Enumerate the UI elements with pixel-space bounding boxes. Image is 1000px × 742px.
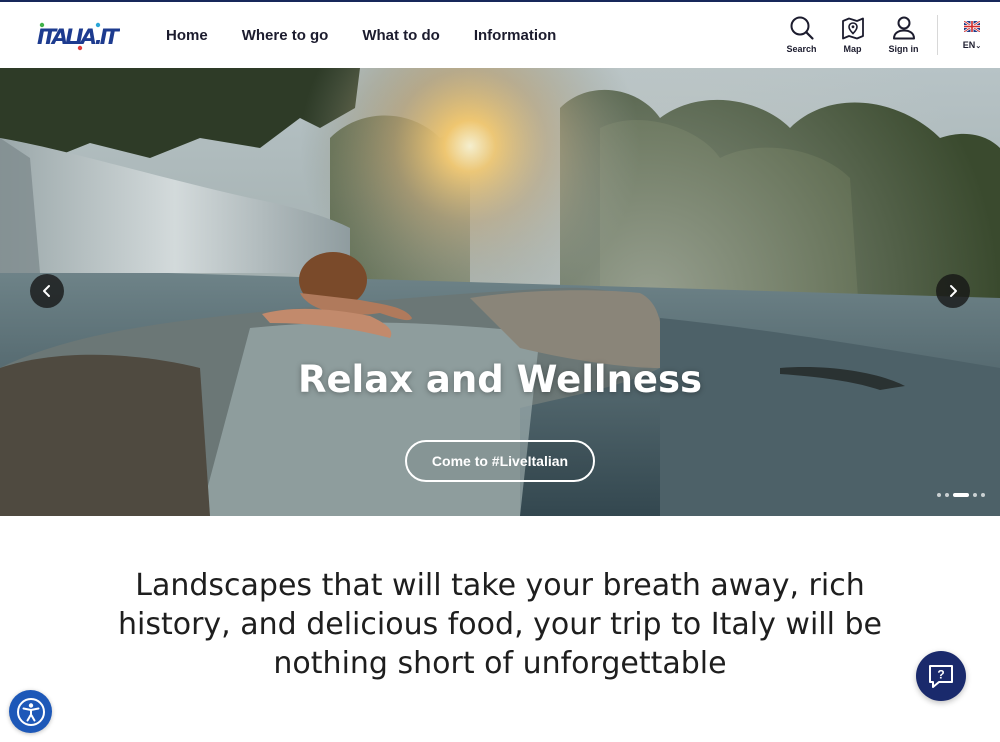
svg-text:?: ? — [937, 668, 944, 682]
hero-title: Relax and Wellness — [297, 358, 703, 401]
header-divider — [937, 15, 938, 55]
hero-carousel: Relax and Wellness Come to #LiveItalian — [0, 68, 1000, 516]
hero-cta-button[interactable]: Come to #LiveItalian — [405, 440, 595, 482]
carousel-dot[interactable] — [937, 493, 941, 497]
nav-where-to-go[interactable]: Where to go — [242, 27, 329, 44]
chevron-down-icon: ⌄ — [975, 43, 982, 50]
accessibility-button[interactable] — [9, 690, 52, 733]
chat-help-button[interactable]: ? — [916, 651, 966, 701]
carousel-dot-active[interactable] — [953, 493, 969, 497]
italia-logo[interactable]: ITALIA.IT — [36, 18, 120, 52]
language-selector[interactable]: EN⌄ — [944, 2, 1000, 68]
chevron-right-icon — [950, 285, 957, 297]
carousel-dot[interactable] — [945, 493, 949, 497]
italia-logo-mark: ITALIA.IT — [37, 22, 120, 51]
signin-button[interactable]: Sign in — [878, 2, 929, 68]
nav-home[interactable]: Home — [166, 27, 208, 44]
carousel-prev-button[interactable] — [30, 274, 64, 308]
signin-label: Sign in — [888, 44, 919, 54]
map-button[interactable]: Map — [827, 2, 878, 68]
nav-what-to-do[interactable]: What to do — [362, 27, 439, 44]
carousel-next-button[interactable] — [936, 274, 970, 308]
carousel-dots — [937, 493, 985, 497]
carousel-dot[interactable] — [981, 493, 985, 497]
site-header: ITALIA.IT Home Where to go What to do In… — [0, 0, 1000, 68]
chat-help-icon: ? — [929, 665, 953, 688]
map-label: Map — [843, 44, 862, 54]
user-icon — [892, 16, 915, 40]
accessibility-icon — [16, 697, 45, 726]
chevron-left-icon — [43, 285, 50, 297]
nav-information[interactable]: Information — [474, 27, 557, 44]
map-pin-icon — [841, 17, 864, 40]
search-button[interactable]: Search — [776, 2, 827, 68]
language-label: EN⌄ — [962, 40, 982, 50]
search-label: Search — [786, 44, 817, 54]
uk-flag-icon — [964, 21, 980, 32]
search-icon — [790, 16, 814, 40]
carousel-dot[interactable] — [973, 493, 977, 497]
header-tools: Search Map Sign in EN⌄ — [776, 2, 1000, 68]
svg-text:ITALIA.IT: ITALIA.IT — [37, 25, 120, 49]
main-nav: Home Where to go What to do Information — [166, 2, 556, 68]
intro-text: Landscapes that will take your breath aw… — [117, 568, 882, 681]
